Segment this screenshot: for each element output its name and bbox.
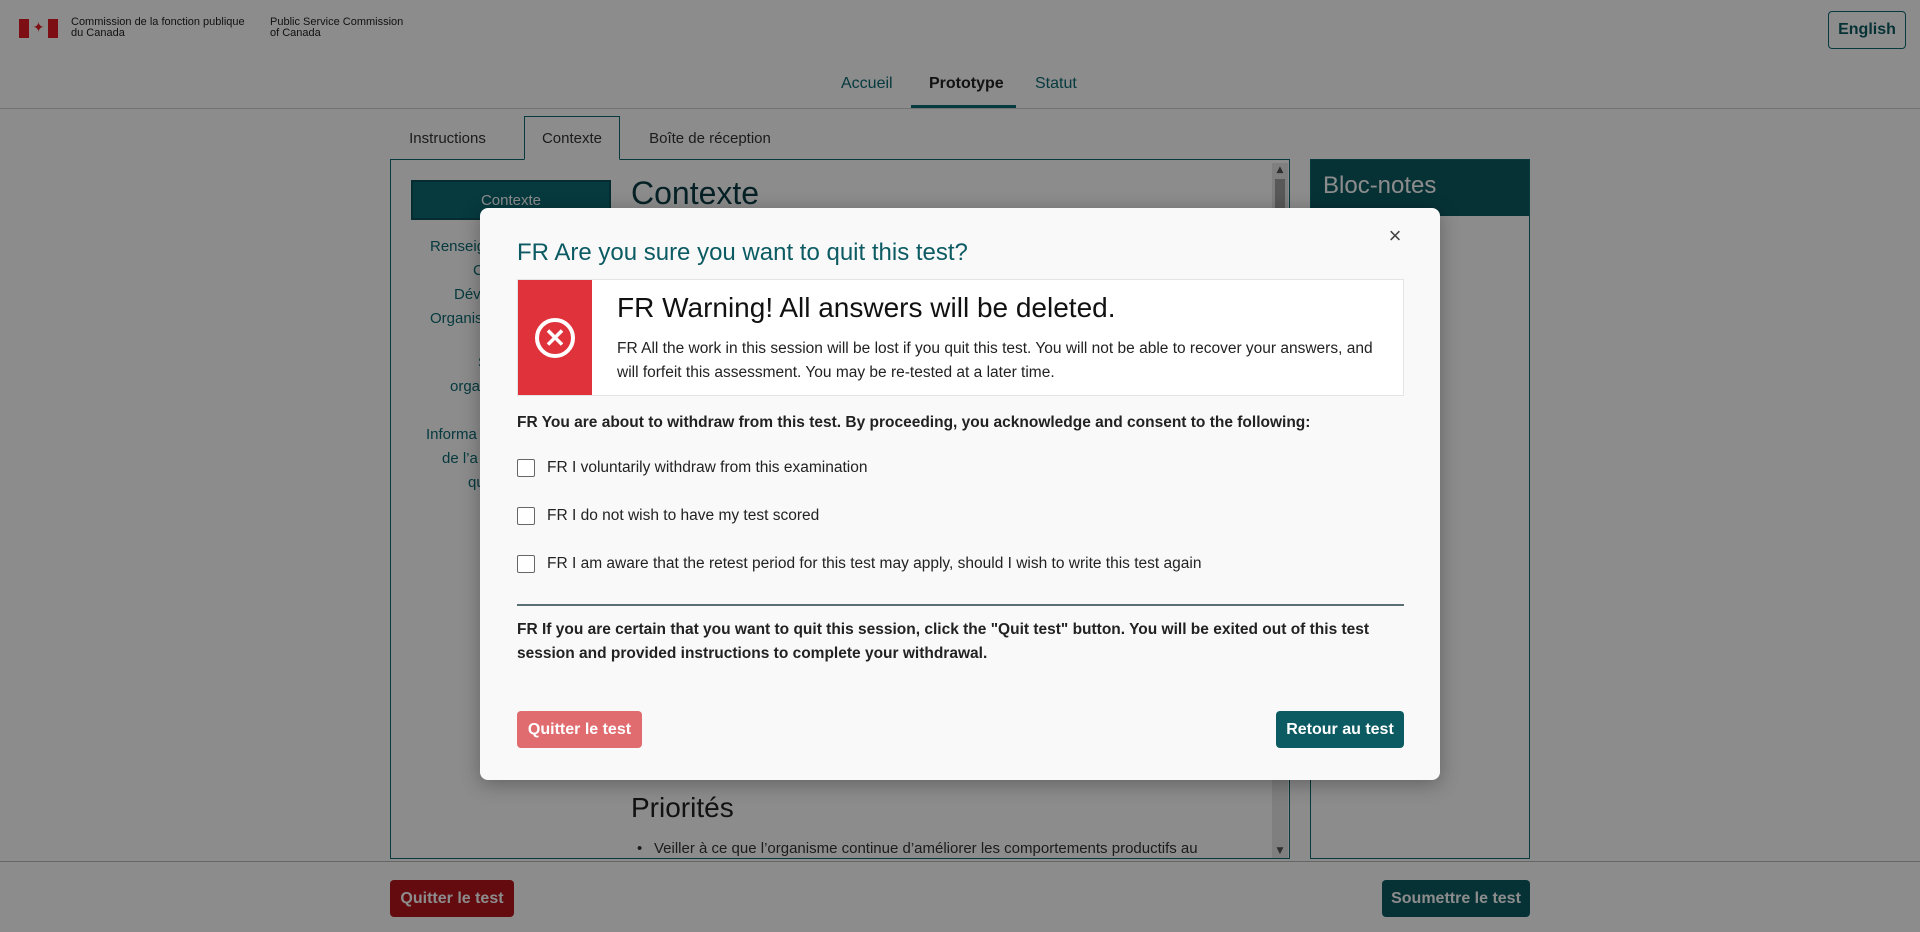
consent-checkbox-no-score[interactable]	[517, 507, 535, 525]
consent-checkbox-withdraw[interactable]	[517, 459, 535, 477]
dialog-title: FR Are you sure you want to quit this te…	[517, 239, 968, 266]
consent-checkbox-row[interactable]: FR I am aware that the retest period for…	[517, 555, 1201, 573]
warning-title: FR Warning! All answers will be deleted.	[617, 292, 1116, 323]
warning-text: FR All the work in this session will be …	[617, 340, 1373, 381]
quit-test-dialog: FR Are you sure you want to quit this te…	[480, 208, 1440, 780]
consent-checkbox-row[interactable]: FR I voluntarily withdraw from this exam…	[517, 459, 867, 477]
checkbox-label[interactable]: FR I voluntarily withdraw from this exam…	[547, 459, 867, 477]
close-icon[interactable]: ×	[1385, 224, 1405, 248]
withdraw-intro: FR You are about to withdraw from this t…	[517, 414, 1311, 431]
confirm-instructions: FR If you are certain that you want to q…	[517, 621, 1370, 662]
warning-alert: ✕ FR Warning! All answers will be delete…	[517, 279, 1404, 396]
consent-checkbox-row[interactable]: FR I do not wish to have my test scored	[517, 507, 819, 525]
dialog-divider	[517, 604, 1404, 606]
checkbox-label[interactable]: FR I am aware that the retest period for…	[547, 555, 1201, 573]
return-to-test-button[interactable]: Retour au test	[1276, 711, 1404, 748]
confirm-quit-button[interactable]: Quitter le test	[517, 711, 642, 748]
consent-checkbox-retest[interactable]	[517, 555, 535, 573]
x-circle-icon: ✕	[535, 317, 575, 358]
checkbox-label[interactable]: FR I do not wish to have my test scored	[547, 507, 819, 525]
warning-alert-stripe: ✕	[518, 280, 592, 395]
